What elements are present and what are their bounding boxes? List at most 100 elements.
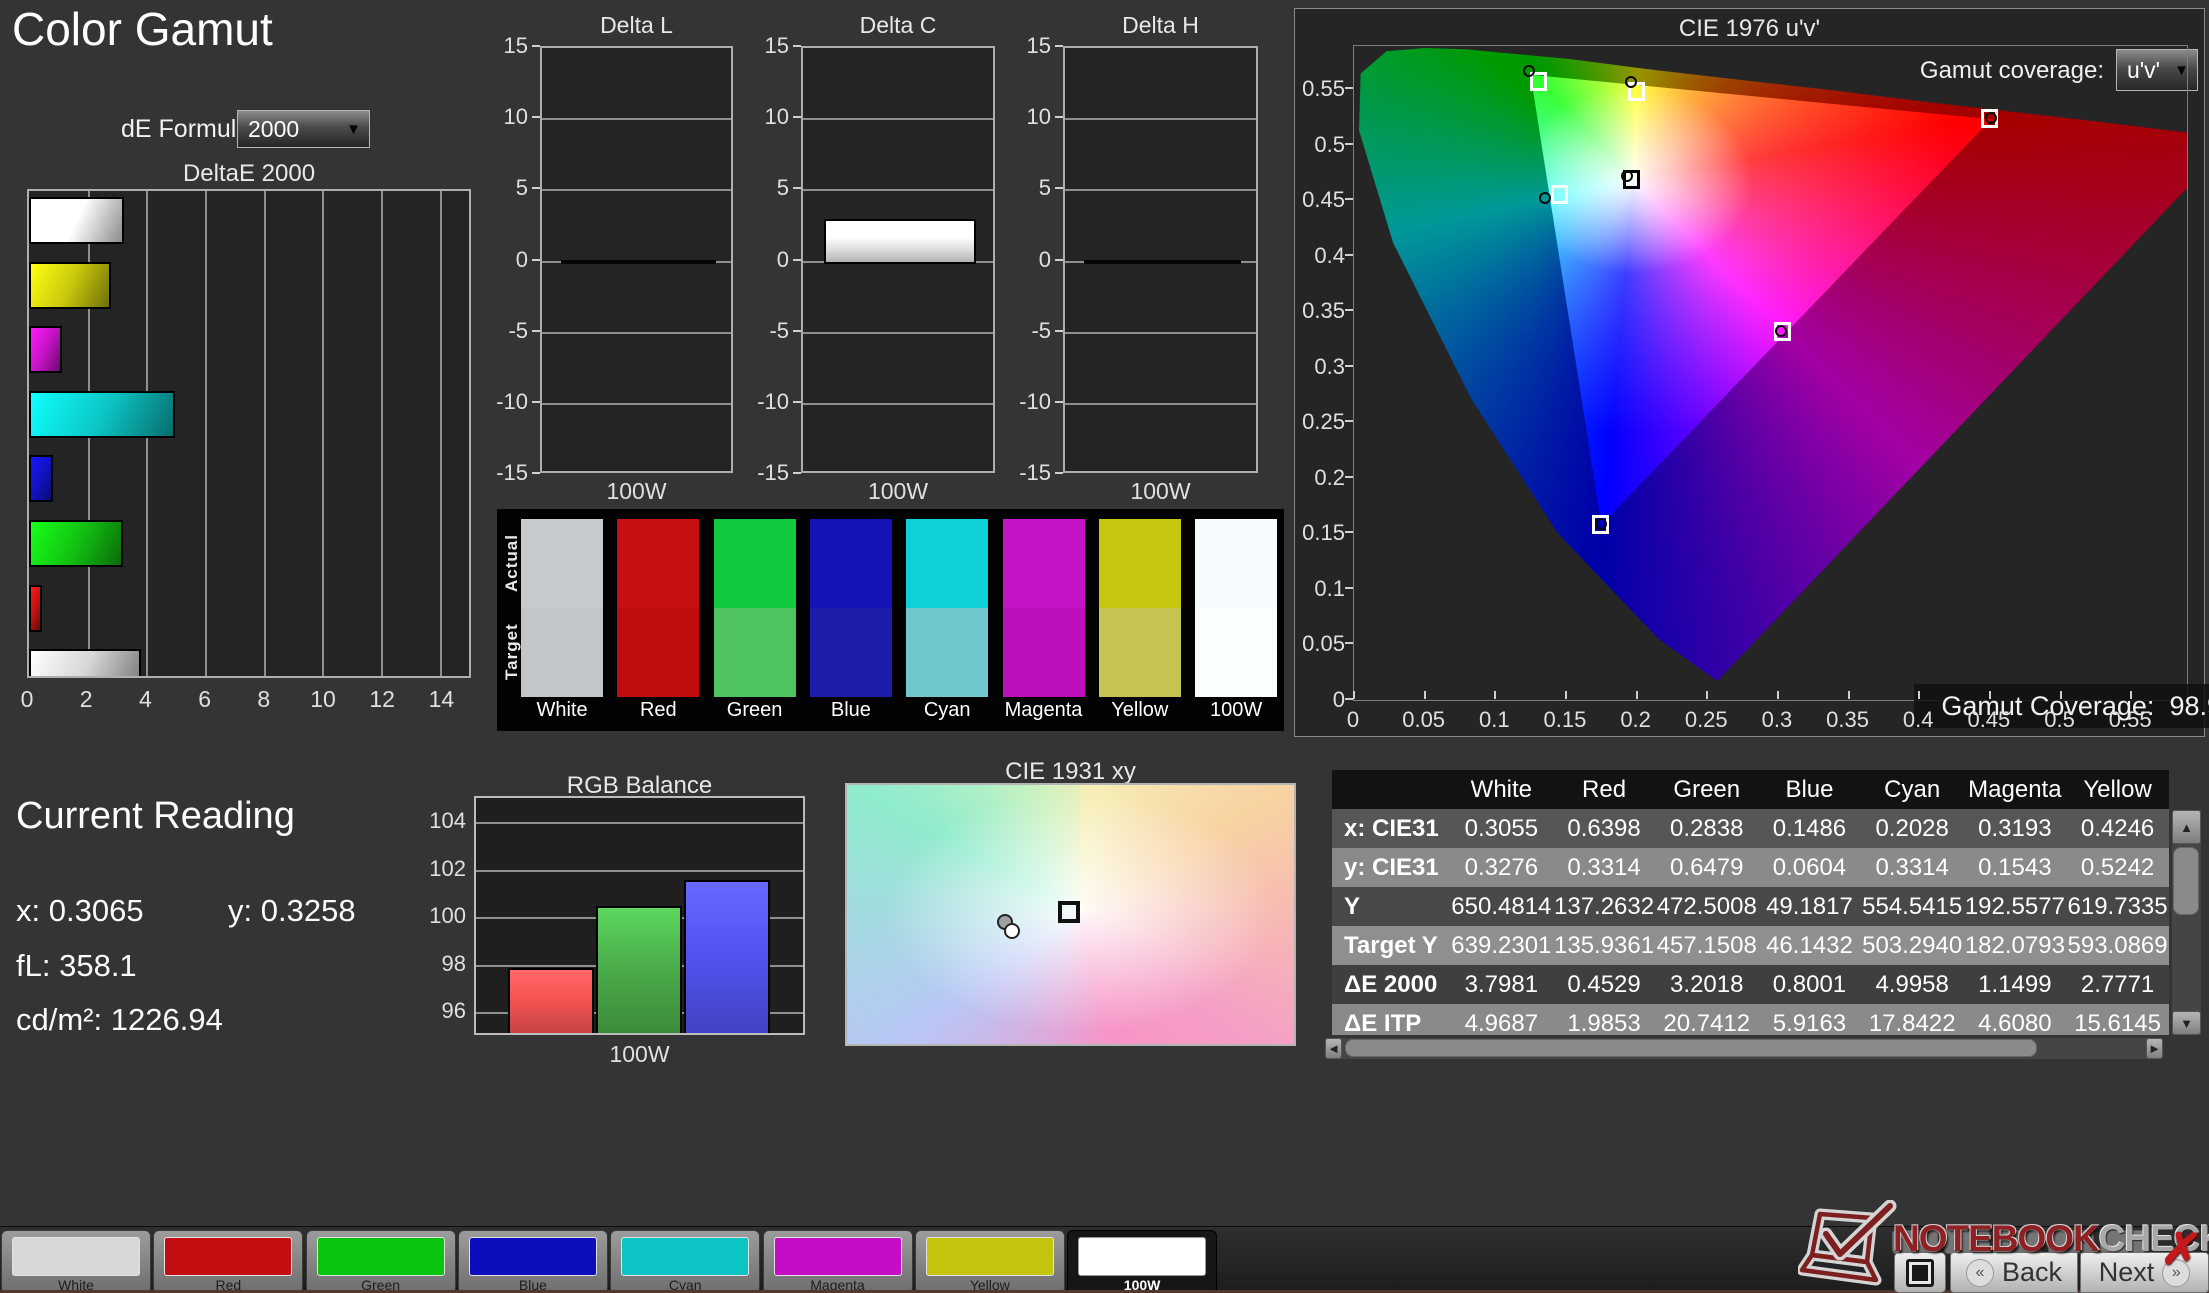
axis-tick-label: 0.2 xyxy=(1620,707,1651,732)
swatch-actual xyxy=(906,519,989,608)
bar-100w xyxy=(824,218,976,265)
table-cell: 593.0869 xyxy=(2067,931,2168,959)
table-row: Y 650.4814 137.2632 472.5008 49.1817 554.5415… xyxy=(1332,887,2169,926)
tick-mark xyxy=(1988,691,1991,699)
gridline xyxy=(1065,189,1256,192)
table-cell: 0.5242 xyxy=(2080,853,2155,881)
tick-mark xyxy=(1847,691,1850,699)
marker-circle-green xyxy=(1522,64,1535,77)
table-cell: 0.1543 xyxy=(1978,853,2052,881)
table-cell: 5.9163 xyxy=(1772,1009,1847,1036)
table-cell: 457.1508 xyxy=(1656,931,1757,959)
patch-tile-green[interactable]: Green xyxy=(305,1230,456,1293)
table-row: Target Y 639.2301 135.9361 457.1508 46.1432 5… xyxy=(1332,926,2169,965)
patch-tile-yellow[interactable]: Yellow xyxy=(914,1230,1065,1293)
patch-tile-magenta[interactable]: Magenta xyxy=(762,1230,913,1293)
chart-title: Delta C xyxy=(859,12,937,38)
swatch-green xyxy=(713,519,796,697)
tick-mark xyxy=(532,45,540,47)
tick-mark xyxy=(1345,698,1353,700)
tick-mark xyxy=(532,329,540,332)
cie1976-title: CIE 1976 u'v' xyxy=(1678,15,1821,42)
row-label: Y xyxy=(1344,892,1361,920)
swatch-yellow xyxy=(1098,519,1181,697)
axis-tick-label: 10 xyxy=(310,686,336,712)
patch-tile-100w[interactable]: 100W xyxy=(1067,1230,1218,1293)
patch-swatch xyxy=(12,1237,140,1276)
bar-red xyxy=(29,584,43,632)
tick-mark xyxy=(793,258,801,261)
patch-tile-red[interactable]: Red xyxy=(153,1230,304,1293)
axis-tick-label: 0.5 xyxy=(2044,707,2075,732)
swatch-cyan xyxy=(906,519,989,697)
marker-cyan xyxy=(1551,185,1569,205)
axis-tick-label: -5 xyxy=(1031,317,1051,343)
table-cell: 20.7412 xyxy=(1663,1009,1751,1036)
table-cell: 3.2018 xyxy=(1670,970,1744,998)
bar-100w xyxy=(561,259,716,264)
axis-tick-label: 0.05 xyxy=(1402,707,1446,732)
tick-mark xyxy=(793,400,801,403)
scroll-right-icon[interactable]: ► xyxy=(2146,1038,2163,1059)
cie1976-panel: CIE 1976 u'v' Gamut coverage: u'v' ▼ Gam… xyxy=(1294,8,2209,737)
tick-mark xyxy=(1345,142,1353,145)
tick-mark xyxy=(1635,691,1638,699)
tick-mark xyxy=(1055,116,1063,119)
patch-tile-cyan[interactable]: Cyan xyxy=(610,1230,761,1293)
scroll-left-icon[interactable]: ◄ xyxy=(1325,1038,1342,1059)
axis-tick-label: 15 xyxy=(764,33,789,58)
scroll-down-icon[interactable]: ▼ xyxy=(2172,1011,2201,1035)
swatch-target xyxy=(906,608,989,697)
row-label: x: CIE31 xyxy=(1344,814,1439,842)
gridline xyxy=(542,331,731,334)
axis-tick-label: 5 xyxy=(515,175,528,201)
actual-target-swatch-panel: Actual Target White Red Green Blue Cyan Magen… xyxy=(497,509,1284,731)
table-cell: 650.4814 xyxy=(1451,892,1552,920)
gridline xyxy=(1065,402,1256,405)
gridline xyxy=(542,402,731,405)
patch-swatch xyxy=(316,1237,445,1276)
patch-tile-white[interactable]: White xyxy=(1,1230,151,1293)
table-cell: 554.5415 xyxy=(1862,892,1963,920)
gridline xyxy=(803,189,993,192)
tick-mark xyxy=(1055,258,1063,261)
reading-x: x: 0.3065 xyxy=(16,893,144,928)
table-cell: 0.3055 xyxy=(1464,814,1539,842)
tick-mark xyxy=(1345,87,1353,90)
row-label: ΔE 2000 xyxy=(1344,970,1438,998)
table-cell: 0.4529 xyxy=(1567,970,1641,998)
axis-tick-label: 0.25 xyxy=(1302,409,1345,435)
tick-mark xyxy=(793,187,801,190)
table-cell: 0.2028 xyxy=(1875,814,1949,842)
swatch-actual xyxy=(617,519,700,608)
axis-tick-label: 0.45 xyxy=(1302,187,1345,213)
table-cell: 1.1499 xyxy=(1978,970,2052,998)
table-cell: 0.3276 xyxy=(1464,853,1539,881)
gridline xyxy=(439,191,442,676)
red-x-icon: ✗ xyxy=(2158,1220,2204,1278)
swatch-label: Red xyxy=(639,699,677,721)
table-hscrollbar[interactable]: ◄ ► xyxy=(1325,1038,2163,1059)
table-cell: 0.2838 xyxy=(1670,814,1744,842)
column-header: Yellow xyxy=(2083,775,2152,803)
axis-tick-label: -10 xyxy=(1019,388,1051,414)
table-cell: 0.0604 xyxy=(1772,853,1847,881)
de-formula-dropdown[interactable]: 2000 ▼ xyxy=(237,110,370,148)
axis-tick-label: 14 xyxy=(428,686,455,712)
rgb-balance-chart xyxy=(474,796,805,1035)
table-cell: 15.6145 xyxy=(2074,1009,2161,1036)
tick-mark xyxy=(793,45,801,47)
tick-mark xyxy=(1055,187,1063,190)
axis-tick-label: 6 xyxy=(198,686,211,712)
gridline xyxy=(542,118,731,121)
gridline xyxy=(1065,331,1256,334)
swatch-label: Yellow xyxy=(1111,699,1169,721)
table-cell: 0.3193 xyxy=(1978,814,2052,842)
axis-tick-label: 0.3 xyxy=(1761,707,1793,732)
axis-tick-label: 0 xyxy=(776,246,789,272)
patch-tile-blue[interactable]: Blue xyxy=(457,1230,608,1293)
tick-mark xyxy=(532,187,540,190)
scroll-up-icon[interactable]: ▲ xyxy=(2172,810,2201,844)
axis-tick-label: 2 xyxy=(79,686,93,712)
table-vscrollbar[interactable]: ▲ ▼ xyxy=(2172,810,2201,1035)
